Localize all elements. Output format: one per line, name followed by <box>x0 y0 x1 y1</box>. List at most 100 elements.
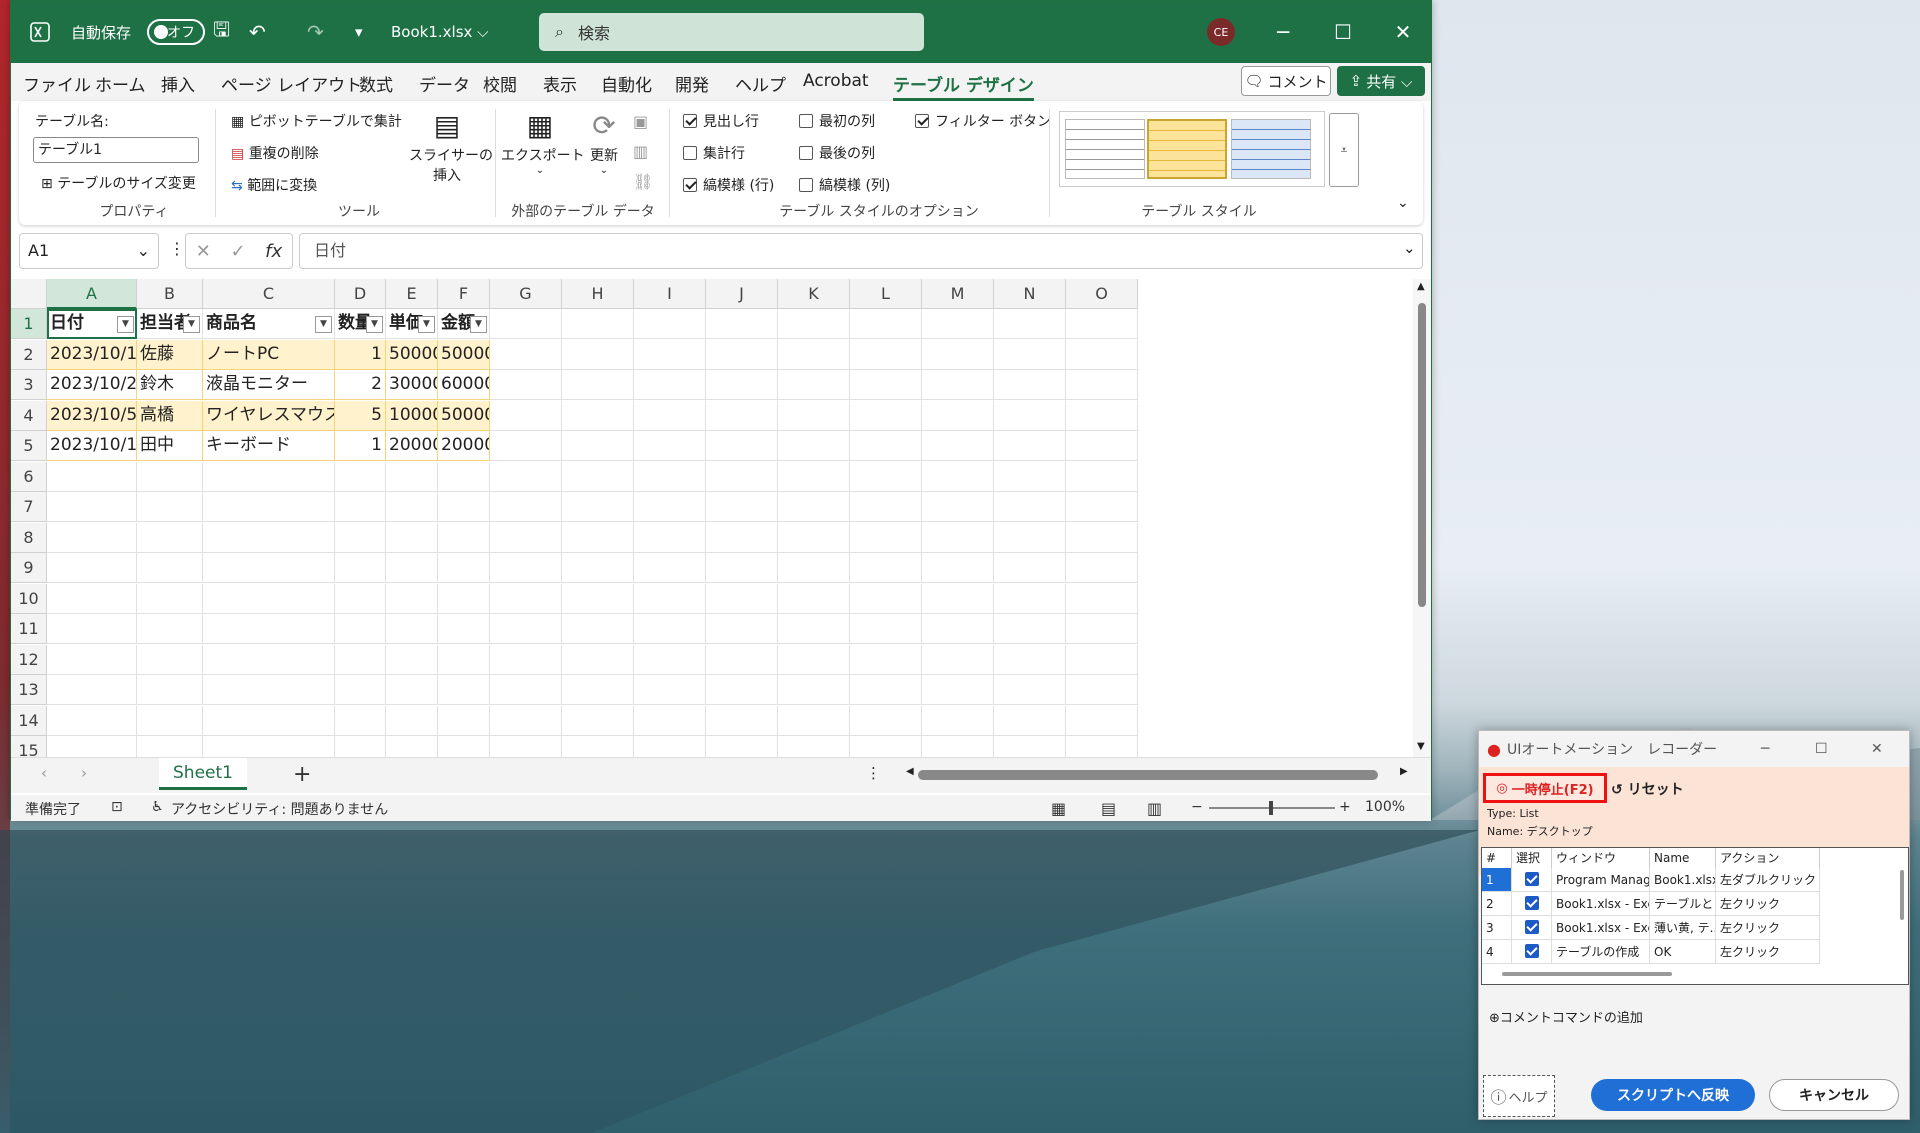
prev-sheet-icon[interactable]: ‹ <box>41 764 47 782</box>
cell[interactable] <box>137 675 203 705</box>
cell[interactable] <box>335 675 386 705</box>
table-data-cell[interactable]: 30000 <box>386 370 438 400</box>
column-header[interactable]: J <box>706 279 778 309</box>
option-banded-rows[interactable]: 縞模様 (行) <box>683 175 774 195</box>
cell[interactable] <box>386 614 438 644</box>
filter-dropdown-icon[interactable]: ▼ <box>366 316 383 333</box>
recorder-column-header[interactable]: ウィンドウ <box>1552 848 1650 868</box>
cell[interactable] <box>994 492 1066 522</box>
cell[interactable] <box>850 675 922 705</box>
column-header[interactable]: I <box>634 279 706 309</box>
cell[interactable] <box>335 522 386 553</box>
cell[interactable] <box>438 553 490 583</box>
cell[interactable] <box>1066 431 1138 461</box>
table-data-cell[interactable]: 佐藤 <box>137 339 203 370</box>
table-header-cell[interactable]: 日付 ▼ <box>47 309 137 339</box>
tab-home[interactable]: ホーム <box>95 71 146 96</box>
cell[interactable] <box>386 705 438 736</box>
table-data-cell[interactable]: 20000 <box>438 431 490 461</box>
recorder-cell[interactable]: 左クリック <box>1716 892 1820 916</box>
cell[interactable] <box>634 431 706 461</box>
cell[interactable] <box>490 614 562 644</box>
cell[interactable] <box>850 553 922 583</box>
table-data-cell[interactable]: 50000 <box>438 339 490 370</box>
cell[interactable] <box>203 583 335 614</box>
cell[interactable] <box>922 644 994 675</box>
cell[interactable] <box>778 705 850 736</box>
recorder-column-header[interactable]: Name <box>1650 848 1716 868</box>
cell[interactable] <box>706 400 778 431</box>
zoom-out-icon[interactable]: − <box>1191 799 1203 815</box>
table-data-cell[interactable]: 50000 <box>438 400 490 431</box>
row-header[interactable]: 7 <box>11 492 47 522</box>
cell[interactable] <box>137 553 203 583</box>
comment-button[interactable]: 🗨 コメント <box>1241 66 1331 96</box>
banded-rows-checkbox[interactable] <box>683 178 697 192</box>
filter-dropdown-icon[interactable]: ▼ <box>470 316 487 333</box>
column-header[interactable]: C <box>203 279 335 309</box>
recorder-column-header[interactable]: # <box>1482 848 1512 868</box>
cell[interactable] <box>203 705 335 736</box>
horizontal-scroll-thumb[interactable] <box>918 770 1378 780</box>
row-header[interactable]: 6 <box>11 461 47 492</box>
cell[interactable] <box>994 705 1066 736</box>
check-icon[interactable]: ✓ <box>230 241 245 262</box>
style-gallery-more-icon[interactable]: ⩡ <box>1329 113 1359 187</box>
next-sheet-icon[interactable]: › <box>81 764 87 782</box>
cell[interactable] <box>994 431 1066 461</box>
table-data-cell[interactable]: 5 <box>335 400 386 431</box>
row-header[interactable]: 10 <box>11 583 47 614</box>
cell[interactable] <box>203 614 335 644</box>
recorder-cell[interactable]: テーブルの作成 <box>1552 940 1650 964</box>
scroll-right-icon[interactable]: ▶ <box>1400 766 1408 777</box>
cell[interactable] <box>778 553 850 583</box>
cell[interactable] <box>386 644 438 675</box>
recorder-cell[interactable]: Book1.xlsx <box>1650 868 1716 892</box>
cell[interactable] <box>1066 522 1138 553</box>
cell[interactable] <box>562 736 634 757</box>
column-header[interactable]: B <box>137 279 203 309</box>
cell[interactable] <box>922 583 994 614</box>
cell[interactable] <box>137 492 203 522</box>
cell[interactable] <box>634 675 706 705</box>
cell[interactable] <box>850 705 922 736</box>
column-header[interactable]: D <box>335 279 386 309</box>
cell[interactable] <box>706 431 778 461</box>
cell[interactable] <box>562 431 634 461</box>
maximize-icon[interactable]: ☐ <box>1815 741 1828 757</box>
cell[interactable] <box>335 492 386 522</box>
filter-button-checkbox[interactable] <box>915 114 929 128</box>
cell[interactable] <box>47 644 137 675</box>
recorder-cell[interactable] <box>1512 868 1552 892</box>
cancel-button[interactable]: キャンセル <box>1769 1079 1899 1111</box>
total-row-checkbox[interactable] <box>683 146 697 160</box>
cell[interactable] <box>438 461 490 492</box>
filter-dropdown-icon[interactable]: ▼ <box>418 316 435 333</box>
banded-columns-checkbox[interactable] <box>799 178 813 192</box>
table-data-cell[interactable]: 1 <box>335 431 386 461</box>
cell[interactable] <box>706 522 778 553</box>
cell[interactable] <box>778 461 850 492</box>
cell[interactable] <box>778 614 850 644</box>
cell[interactable] <box>922 400 994 431</box>
table-data-cell[interactable]: ワイヤレスマウス <box>203 400 335 431</box>
cell[interactable] <box>706 492 778 522</box>
close-icon[interactable]: ✕ <box>1373 1 1433 63</box>
scroll-down-icon[interactable]: ▼ <box>1417 741 1425 752</box>
cell[interactable] <box>706 309 778 339</box>
zoom-slider[interactable] <box>1209 801 1335 815</box>
cell[interactable] <box>47 736 137 757</box>
cell[interactable] <box>47 705 137 736</box>
cell[interactable] <box>634 339 706 370</box>
cell[interactable] <box>706 553 778 583</box>
row-header[interactable]: 12 <box>11 644 47 675</box>
cell[interactable] <box>850 339 922 370</box>
properties-icon[interactable]: ▣ <box>633 107 653 137</box>
cell[interactable] <box>850 614 922 644</box>
cell[interactable] <box>490 583 562 614</box>
table-data-cell[interactable]: ノートPC <box>203 339 335 370</box>
recorder-cell[interactable]: Book1.xlsx - Excel <box>1552 916 1650 940</box>
cell[interactable] <box>1066 736 1138 757</box>
cell[interactable] <box>438 644 490 675</box>
row-header[interactable]: 3 <box>11 370 47 400</box>
